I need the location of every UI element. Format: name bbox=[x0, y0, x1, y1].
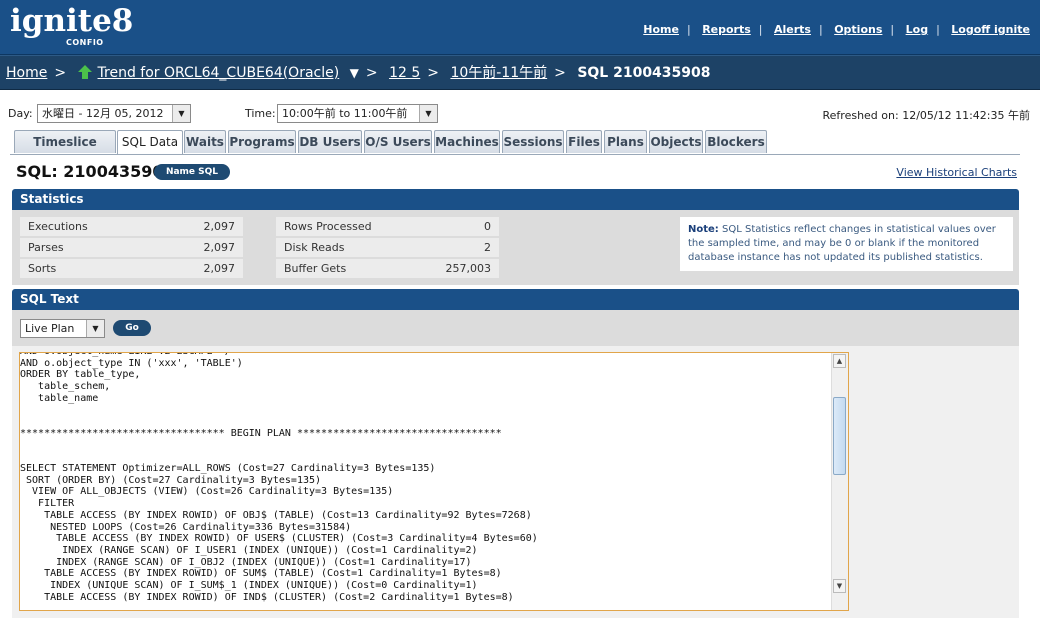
tab-timeslice[interactable]: Timeslice bbox=[14, 130, 116, 153]
tab-blockers[interactable]: Blockers bbox=[705, 130, 767, 153]
sql-code: AND o.object_name LIKE :2 ESCAPE '/' AND… bbox=[20, 353, 538, 603]
time-select-value: 10:00午前 to 11:00午前 bbox=[282, 107, 408, 120]
historical-charts-link[interactable]: View Historical Charts bbox=[896, 166, 1017, 179]
breadcrumb-current: SQL 2100435908 bbox=[577, 65, 711, 81]
stat-value: 2,097 bbox=[203, 241, 236, 254]
stat-label: Parses bbox=[28, 241, 64, 254]
stat-value: 2,097 bbox=[203, 262, 236, 275]
statistics-header: Statistics bbox=[12, 189, 1019, 210]
breadcrumb-date-link[interactable]: 12 5 bbox=[389, 65, 420, 81]
sql-text-header: SQL Text bbox=[12, 289, 1019, 310]
day-select[interactable]: 水曜日 - 12月 05, 2012 ▼ bbox=[37, 104, 191, 123]
tab-programs[interactable]: Programs bbox=[228, 130, 296, 153]
stat-rows-processed: Rows Processed 0 bbox=[276, 217, 499, 236]
stat-parses: Parses 2,097 bbox=[20, 238, 243, 257]
tab-sessions[interactable]: Sessions bbox=[502, 130, 564, 153]
stat-label: Buffer Gets bbox=[284, 262, 347, 275]
breadcrumb-dropdown-icon[interactable]: ▼ bbox=[350, 66, 359, 80]
stat-label: Rows Processed bbox=[284, 220, 372, 233]
nav-log-link[interactable]: Log bbox=[906, 23, 928, 36]
logo-wordmark: ignite8 bbox=[10, 3, 134, 39]
tab-objects[interactable]: Objects bbox=[649, 130, 703, 153]
statistics-note: Note: SQL Statistics reflect changes in … bbox=[680, 217, 1013, 271]
up-arrow-icon bbox=[77, 65, 92, 79]
stat-label: Executions bbox=[28, 220, 88, 233]
scrollbar-thumb[interactable] bbox=[833, 397, 846, 475]
chevron-down-icon: ▼ bbox=[419, 105, 437, 122]
stat-executions: Executions 2,097 bbox=[20, 217, 243, 236]
stat-value: 2 bbox=[484, 241, 491, 254]
note-text: SQL Statistics reflect changes in statis… bbox=[688, 224, 996, 263]
plan-select-value: Live Plan bbox=[25, 322, 75, 335]
tab-sql-data[interactable]: SQL Data bbox=[117, 130, 183, 155]
tab-files[interactable]: Files bbox=[566, 130, 602, 153]
sql-text-area[interactable]: AND o.object_name LIKE :2 ESCAPE '/' AND… bbox=[19, 352, 849, 611]
time-label: Time: bbox=[245, 107, 276, 120]
name-sql-button[interactable]: Name SQL bbox=[154, 164, 230, 180]
nav-logoff-link[interactable]: Logoff ignite bbox=[951, 23, 1030, 36]
plan-select[interactable]: Live Plan ▼ bbox=[20, 319, 105, 338]
breadcrumb-trend-link[interactable]: Trend for ORCL64_CUBE64(Oracle) bbox=[98, 65, 340, 81]
stat-disk-reads: Disk Reads 2 bbox=[276, 238, 499, 257]
scroll-down-icon[interactable]: ▼ bbox=[833, 579, 846, 593]
stat-value: 257,003 bbox=[445, 262, 492, 275]
scroll-up-icon[interactable]: ▲ bbox=[833, 354, 846, 368]
nav-alerts-link[interactable]: Alerts bbox=[774, 23, 811, 36]
tab-machines[interactable]: Machines bbox=[434, 130, 500, 153]
page-title: SQL: 2100435908 bbox=[16, 162, 175, 181]
note-label: Note: bbox=[688, 224, 719, 235]
app-header: ignite8 CONFIO Home | Reports | Alerts | Op… bbox=[0, 0, 1040, 55]
logo-subtitle: CONFIO bbox=[66, 38, 104, 47]
chevron-down-icon: ▼ bbox=[86, 320, 104, 337]
stat-label: Disk Reads bbox=[284, 241, 345, 254]
ignite-logo[interactable]: ignite8 CONFIO bbox=[10, 3, 134, 47]
stat-label: Sorts bbox=[28, 262, 57, 275]
stat-value: 0 bbox=[484, 220, 491, 233]
vertical-scrollbar[interactable]: ▲ ▼ bbox=[831, 353, 848, 610]
tab-waits[interactable]: Waits bbox=[184, 130, 226, 153]
day-select-value: 水曜日 - 12月 05, 2012 bbox=[42, 107, 164, 120]
nav-reports-link[interactable]: Reports bbox=[702, 23, 751, 36]
nav-options-link[interactable]: Options bbox=[834, 23, 882, 36]
tab-os-users[interactable]: O/S Users bbox=[364, 130, 432, 153]
stat-buffer-gets: Buffer Gets 257,003 bbox=[276, 259, 499, 278]
time-select[interactable]: 10:00午前 to 11:00午前 ▼ bbox=[277, 104, 438, 123]
chevron-down-icon: ▼ bbox=[172, 105, 190, 122]
breadcrumb: Home > Trend for ORCL64_CUBE64(Oracle) ▼ >… bbox=[0, 55, 1040, 90]
stat-value: 2,097 bbox=[203, 220, 236, 233]
tab-divider bbox=[10, 154, 1020, 155]
tab-db-users[interactable]: DB Users bbox=[298, 130, 362, 153]
day-label: Day: bbox=[8, 107, 33, 120]
go-button[interactable]: Go bbox=[113, 320, 151, 336]
refreshed-timestamp: Refreshed on: 12/05/12 11:42:35 午前 bbox=[822, 109, 1031, 122]
top-nav: Home | Reports | Alerts | Options | Log | Log… bbox=[643, 23, 1030, 36]
breadcrumb-time-link[interactable]: 10午前-11午前 bbox=[450, 65, 547, 81]
stat-sorts: Sorts 2,097 bbox=[20, 259, 243, 278]
sql-text-toolbar bbox=[12, 310, 1019, 346]
breadcrumb-home-link[interactable]: Home bbox=[6, 65, 47, 81]
nav-home-link[interactable]: Home bbox=[643, 23, 679, 36]
tab-plans[interactable]: Plans bbox=[604, 130, 647, 153]
